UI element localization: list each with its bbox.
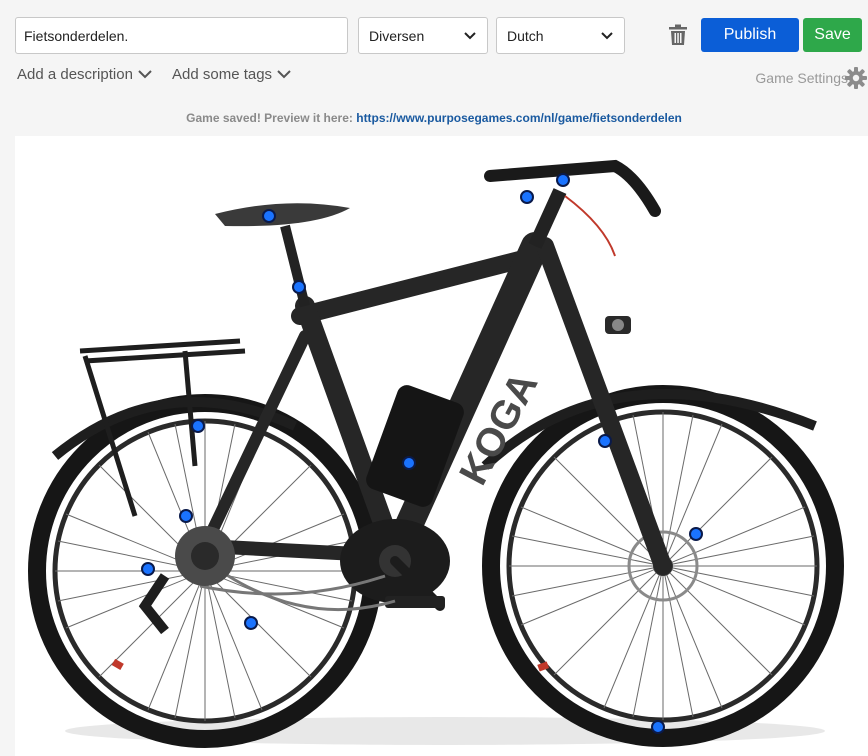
add-tags-label: Add some tags <box>172 66 273 83</box>
save-notice: Game saved! Preview it here: https://www… <box>0 111 868 125</box>
marker-front-rim[interactable] <box>651 720 665 734</box>
save-notice-text: Game saved! Preview it here: <box>186 111 353 125</box>
language-select-value: Dutch <box>507 27 544 44</box>
game-settings-label: Game Settings <box>755 70 848 86</box>
marker-brake-lever[interactable] <box>520 190 534 204</box>
trash-icon[interactable] <box>668 24 688 46</box>
chevron-down-icon <box>464 32 476 40</box>
marker-derailleur[interactable] <box>141 562 155 576</box>
gear-icon <box>845 67 867 89</box>
game-settings-link[interactable]: Game Settings <box>755 66 868 90</box>
bicycle-image: KOGA <box>28 159 844 748</box>
game-title-input[interactable] <box>15 17 348 54</box>
chevron-down-icon <box>138 70 152 79</box>
publish-button[interactable]: Publish <box>701 18 799 52</box>
language-select[interactable]: Dutch <box>496 17 625 54</box>
game-image-canvas[interactable]: KOGA <box>15 136 868 756</box>
add-tags-toggle[interactable]: Add some tags <box>172 66 291 83</box>
marker-front-disc[interactable] <box>689 527 703 541</box>
marker-handlebar[interactable] <box>556 173 570 187</box>
category-select[interactable]: Diversen <box>358 17 488 54</box>
category-select-value: Diversen <box>369 27 425 44</box>
marker-rear-suspension[interactable] <box>191 419 205 433</box>
marker-front-fork[interactable] <box>598 434 612 448</box>
chevron-down-icon <box>601 32 613 40</box>
marker-saddle[interactable] <box>262 209 276 223</box>
chevron-down-icon <box>277 70 291 79</box>
preview-link[interactable]: https://www.purposegames.com/nl/game/fie… <box>356 111 682 125</box>
add-description-label: Add a description <box>17 66 133 83</box>
marker-chain[interactable] <box>244 616 258 630</box>
add-description-toggle[interactable]: Add a description <box>17 66 152 83</box>
marker-seatpost[interactable] <box>292 280 306 294</box>
marker-cassette[interactable] <box>179 509 193 523</box>
save-button[interactable]: Save <box>803 18 862 52</box>
marker-battery[interactable] <box>402 456 416 470</box>
